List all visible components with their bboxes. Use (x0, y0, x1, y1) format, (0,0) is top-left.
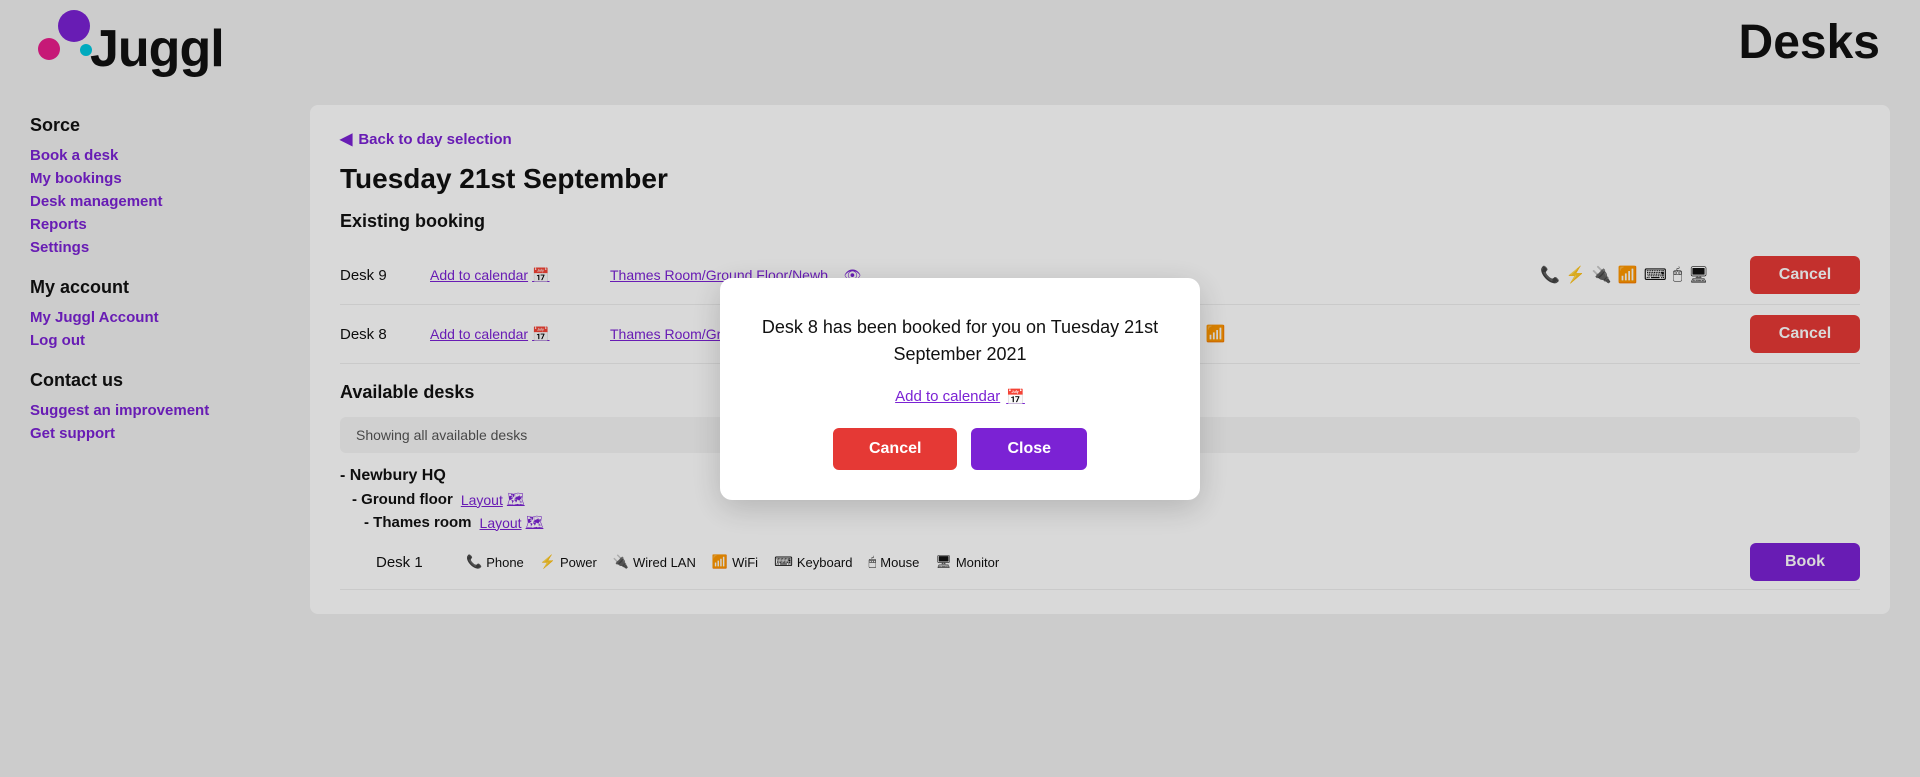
modal-close-button[interactable]: Close (971, 428, 1087, 470)
modal-calendar-link[interactable]: Add to calendar 📅 (760, 388, 1160, 406)
modal-message: Desk 8 has been booked for you on Tuesda… (760, 314, 1160, 368)
modal-overlay: Desk 8 has been booked for you on Tuesda… (0, 0, 1920, 777)
modal-box: Desk 8 has been booked for you on Tuesda… (720, 278, 1200, 500)
modal-cancel-button[interactable]: Cancel (833, 428, 957, 470)
modal-calendar-icon: 📅 (1006, 388, 1025, 406)
main-content: ◀ Back to day selection Tuesday 21st Sep… (280, 85, 1920, 777)
layout: Sorce Book a desk My bookings Desk manag… (0, 85, 1920, 777)
modal-buttons: Cancel Close (760, 428, 1160, 470)
